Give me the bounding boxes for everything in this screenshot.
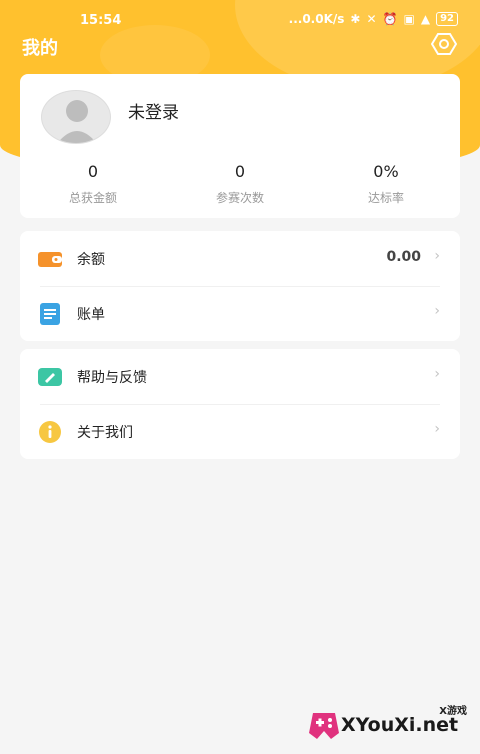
profile-card: 未登录 0 总获金额 0 参赛次数 0% 达标率 <box>20 74 460 218</box>
stat-label: 达标率 <box>367 191 404 205</box>
stat-label: 参赛次数 <box>215 191 264 205</box>
settings-icon[interactable] <box>430 32 458 56</box>
stat-value: 0 <box>87 162 99 181</box>
menu-label: 帮助与反馈 <box>77 370 147 386</box>
menu-group-wallet: 余额 0.00 › 账单 › <box>20 231 460 341</box>
alarm-icon: ⏰ <box>382 12 398 26</box>
watermark-big-text: XYouXi.net <box>341 714 459 736</box>
feedback-icon <box>38 366 62 388</box>
login-prompt[interactable]: 未登录 <box>128 98 179 123</box>
menu-label: 余额 <box>77 252 105 268</box>
stat-label: 总获金额 <box>68 191 117 205</box>
menu-group-support: 帮助与反馈 › 关于我们 › <box>20 349 460 459</box>
watermark: X游戏 XYouXi.net <box>305 700 475 750</box>
battery-level: 92 <box>436 12 458 26</box>
menu-label: 关于我们 <box>77 425 133 441</box>
menu-item-help-feedback[interactable]: 帮助与反馈 › <box>20 349 460 405</box>
network-speed: ...0.0K/s <box>288 12 345 26</box>
hd-icon: ▣ <box>403 12 415 26</box>
chevron-right-icon: › <box>434 366 440 382</box>
mute-icon: ✕ <box>366 12 377 26</box>
menu-item-balance[interactable]: 余额 0.00 › <box>20 231 460 287</box>
stat-success-rate: 0% 达标率 <box>326 162 446 206</box>
status-bar: 15:54 ...0.0K/s ✱ ✕ ⏰ ▣ ▲ 92 <box>0 0 480 40</box>
stat-value: 0% <box>373 162 399 181</box>
avatar[interactable] <box>41 90 111 144</box>
bill-icon <box>38 303 62 325</box>
wallet-icon <box>38 248 62 270</box>
menu-label: 账单 <box>77 307 105 323</box>
page-title: 我的 <box>22 38 58 59</box>
chevron-right-icon: › <box>434 421 440 437</box>
chevron-right-icon: › <box>434 248 440 264</box>
stat-participations: 0 参赛次数 <box>180 162 300 206</box>
status-time: 15:54 <box>80 13 122 28</box>
menu-item-about-us[interactable]: 关于我们 › <box>20 404 460 460</box>
balance-value: 0.00 <box>386 249 421 265</box>
signal-icon: ▲ <box>420 12 431 26</box>
info-icon <box>38 421 62 443</box>
chevron-right-icon: › <box>434 303 440 319</box>
menu-item-bill[interactable]: 账单 › <box>20 286 460 342</box>
stat-value: 0 <box>234 162 246 181</box>
bluetooth-icon: ✱ <box>350 12 361 26</box>
stat-total-amount: 0 总获金额 <box>33 162 153 206</box>
watermark-logo-icon <box>309 713 339 739</box>
